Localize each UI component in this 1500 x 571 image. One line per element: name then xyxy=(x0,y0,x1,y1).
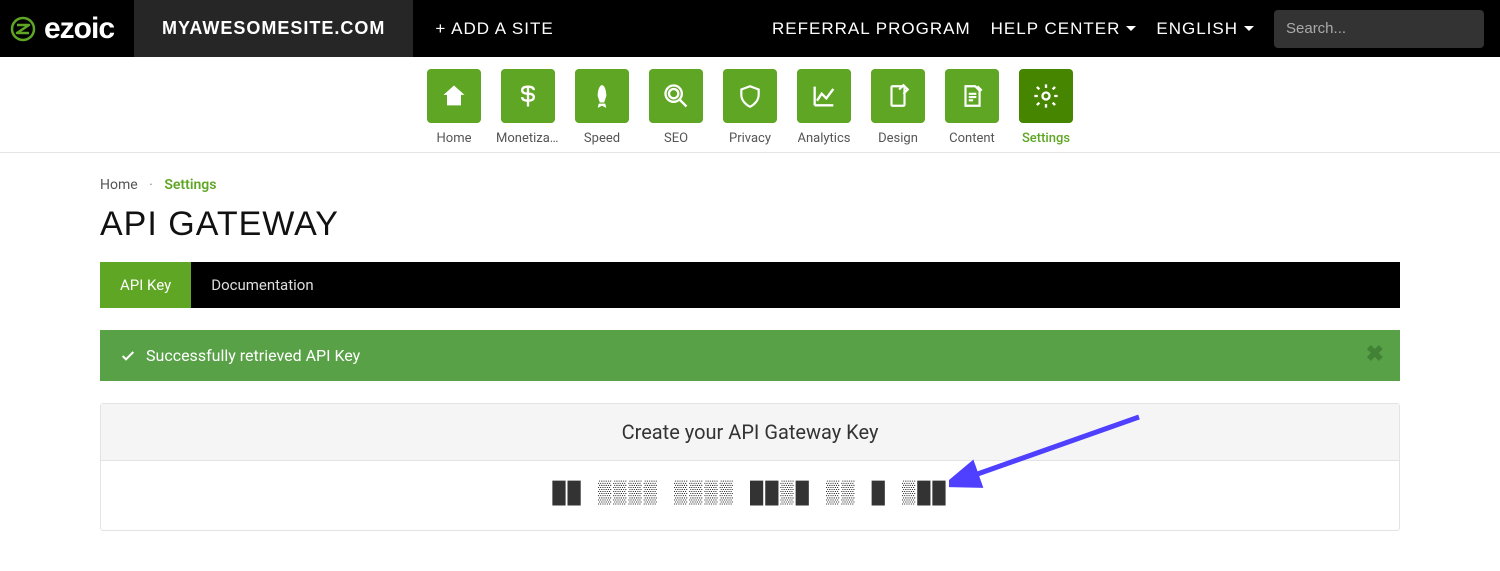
check-icon xyxy=(120,348,136,364)
panel-header: Create your API Gateway Key xyxy=(101,404,1399,461)
breadcrumb-current: Settings xyxy=(164,177,216,193)
search-box[interactable] xyxy=(1274,10,1484,48)
nav-label-seo: SEO xyxy=(664,131,688,146)
nav-tile-home[interactable] xyxy=(427,69,481,123)
brand-name: ezoic xyxy=(44,12,114,46)
chart-icon xyxy=(810,82,838,110)
chevron-down-icon xyxy=(1126,26,1136,31)
nav-tile-privacy[interactable] xyxy=(723,69,777,123)
magnify-icon xyxy=(662,82,690,110)
nav-tile-speed[interactable] xyxy=(575,69,629,123)
language-label: ENGLISH xyxy=(1156,19,1238,39)
nav-label-monetization: Monetiza... xyxy=(496,131,560,146)
nav-tile-content[interactable] xyxy=(945,69,999,123)
nav-label-home: Home xyxy=(437,131,472,146)
nav-label-settings: Settings xyxy=(1022,131,1070,146)
secondary-nav: Home Monetiza... Speed SEO Privacy xyxy=(0,57,1500,153)
tab-bar: API Key Documentation xyxy=(100,262,1400,308)
nav-label-analytics: Analytics xyxy=(798,131,851,146)
chevron-down-icon xyxy=(1244,26,1254,31)
nav-tile-design[interactable] xyxy=(871,69,925,123)
alert-message: Successfully retrieved API Key xyxy=(146,346,360,365)
breadcrumb-home[interactable]: Home xyxy=(100,177,138,193)
gear-icon xyxy=(1032,82,1060,110)
dollar-icon xyxy=(514,82,542,110)
breadcrumb-sep: · xyxy=(141,177,161,193)
breadcrumb: Home · Settings xyxy=(100,177,1400,193)
close-icon[interactable]: ✖ xyxy=(1366,342,1384,367)
referral-label: REFERRAL PROGRAM xyxy=(772,19,971,39)
doc-icon xyxy=(959,83,985,109)
help-center-dropdown[interactable]: HELP CENTER xyxy=(981,0,1147,57)
nav-label-design: Design xyxy=(878,131,918,146)
page-title: API GATEWAY xyxy=(100,205,1400,244)
tab-documentation[interactable]: Documentation xyxy=(191,262,333,308)
search-container xyxy=(1264,0,1500,57)
panel-body: ██ ▒▒▒▒ ▒▒▒▒ ██▒█ ▒▒ █ ▒██ xyxy=(101,461,1399,530)
topbar: ezoic MYAWESOMESITE.COM + ADD A SITE REF… xyxy=(0,0,1500,57)
ezoic-logo-icon xyxy=(10,16,36,42)
language-dropdown[interactable]: ENGLISH xyxy=(1146,0,1264,57)
home-icon xyxy=(440,82,468,110)
brand-logo[interactable]: ezoic xyxy=(0,0,134,57)
site-tab[interactable]: MYAWESOMESITE.COM xyxy=(134,0,413,57)
nav-label-speed: Speed xyxy=(584,131,620,146)
api-key-value[interactable]: ██ ▒▒▒▒ ▒▒▒▒ ██▒█ ▒▒ █ ▒██ xyxy=(552,481,947,506)
add-site-link[interactable]: + ADD A SITE xyxy=(413,0,575,57)
main-content: Home · Settings API GATEWAY API Key Docu… xyxy=(100,153,1400,571)
help-center-label: HELP CENTER xyxy=(991,19,1121,39)
shield-icon xyxy=(737,83,763,109)
success-alert: Successfully retrieved API Key ✖ xyxy=(100,330,1400,381)
device-icon xyxy=(885,83,911,109)
rocket-icon xyxy=(589,83,615,109)
nav-tile-seo[interactable] xyxy=(649,69,703,123)
nav-tile-settings[interactable] xyxy=(1019,69,1073,123)
nav-label-content: Content xyxy=(949,131,995,146)
api-key-panel: Create your API Gateway Key ██ ▒▒▒▒ ▒▒▒▒… xyxy=(100,403,1400,531)
nav-label-privacy: Privacy xyxy=(729,131,771,146)
nav-tile-analytics[interactable] xyxy=(797,69,851,123)
search-input[interactable] xyxy=(1286,20,1485,37)
nav-tile-monetization[interactable] xyxy=(501,69,555,123)
tab-api-key[interactable]: API Key xyxy=(100,262,191,308)
referral-link[interactable]: REFERRAL PROGRAM xyxy=(762,0,981,57)
